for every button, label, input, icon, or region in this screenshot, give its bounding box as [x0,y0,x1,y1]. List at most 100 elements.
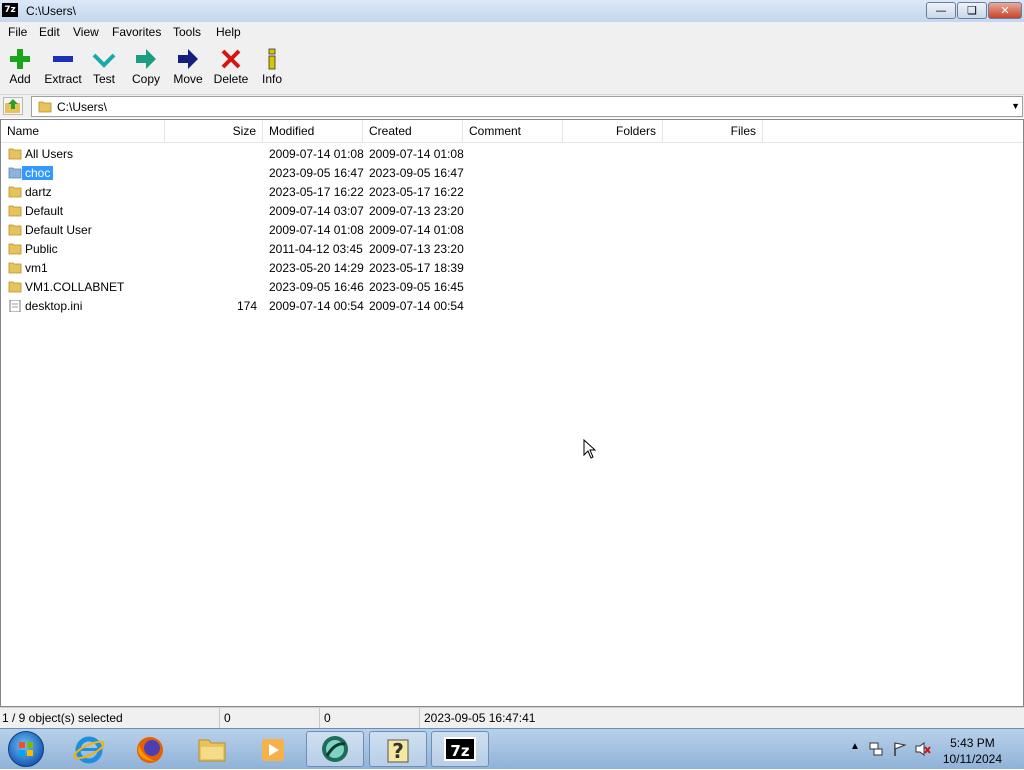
row-modified: 2023-05-20 14:29 [269,261,364,275]
file-explorer-icon [198,739,226,762]
check-icon [82,46,126,72]
window-title: C:\Users\ [26,4,77,18]
svg-text:?: ? [392,739,404,763]
table-row[interactable]: dartz 2023-05-17 16:22 2023-05-17 16:22 [1,183,1021,202]
column-name[interactable]: Name [1,120,165,142]
row-modified: 2023-09-05 16:47 [269,166,364,180]
menu-view[interactable]: View [73,25,99,39]
column-files[interactable]: Files [663,120,763,142]
row-modified: 2011-04-12 03:45 [269,242,363,256]
row-size: 174 [236,299,257,313]
row-name: choc [22,166,54,180]
taskbar-app[interactable] [306,731,364,767]
taskbar-7zip[interactable]: 7z [431,731,489,767]
table-row[interactable]: Public 2011-04-12 03:45 2009-07-13 23:20 [1,240,1021,259]
table-row[interactable]: Default User 2009-07-14 01:08 2009-07-14 0… [1,221,1021,240]
table-row[interactable]: VM1.COLLABNET 2023-09-05 16:46 2023-09-05 … [1,278,1021,297]
row-modified: 2023-05-17 16:22 [269,185,364,199]
close-button[interactable]: ✕ [988,2,1022,19]
minimize-icon: — [935,4,947,17]
show-hidden-icons-icon[interactable]: ▲ [850,741,860,752]
row-modified: 2009-07-14 01:08 [269,147,364,161]
folder-icon [8,224,22,236]
taskbar-internet-explorer[interactable] [60,731,118,767]
row-created: 2009-07-14 01:08 [369,223,464,237]
row-created: 2009-07-14 00:54 [369,299,464,313]
taskbar-media-player[interactable] [244,731,302,767]
row-name: dartz [25,185,52,199]
action-center-flag-icon[interactable] [892,741,908,757]
internet-explorer-icon [73,736,105,764]
add-button[interactable]: Add [0,46,42,86]
menu-help[interactable]: Help [216,25,241,39]
folder-up-icon [5,99,20,113]
move-arrow-icon [166,46,210,72]
folder-icon [8,167,22,179]
start-button[interactable] [8,731,44,767]
7zip-icon: 7z [444,737,476,761]
address-bar: C:\Users\ ▼ [0,95,1024,118]
menu-bar: File Edit View Favorites Tools Help [0,22,1024,42]
volume-muted-icon[interactable] [914,741,932,757]
table-row[interactable]: vm1 2023-05-20 14:29 2023-05-17 18:39 [1,259,1021,278]
row-modified: 2023-09-05 16:46 [269,280,364,294]
restore-icon: ❏ [967,4,977,17]
menu-edit[interactable]: Edit [39,25,60,39]
toolbar: Add Extract Test Copy Move Delete Info [0,42,1024,95]
row-created: 2009-07-14 01:08 [369,147,464,161]
column-created[interactable]: Created [363,120,463,142]
row-created: 2023-05-17 16:22 [369,185,464,199]
column-comment[interactable]: Comment [463,120,563,142]
folder-icon [8,243,22,255]
info-button[interactable]: Info [250,46,294,86]
network-icon[interactable] [868,741,884,757]
status-bar: 1 / 9 object(s) selected 0 0 2023-09-05 … [0,707,1024,729]
menu-favorites[interactable]: Favorites [112,25,161,39]
status-packed-size: 0 [322,708,420,729]
mouse-cursor-icon [583,439,597,459]
column-modified[interactable]: Modified [263,120,363,142]
file-list: Name Size Modified Created Comment Folde… [0,119,1024,707]
table-row[interactable]: All Users 2009-07-14 01:08 2009-07-14 01:0… [1,145,1021,164]
taskbar-firefox[interactable] [121,731,179,767]
address-field[interactable]: C:\Users\ ▼ [31,96,1023,117]
table-row[interactable]: desktop.ini 174 2009-07-14 00:54 2009-07-14… [1,297,1021,316]
clock[interactable]: 5:43 PM 10/11/2024 [943,735,1002,767]
minimize-button[interactable]: — [926,2,956,19]
taskbar-help[interactable]: ? [369,731,427,767]
row-created: 2023-09-05 16:47 [369,166,464,180]
info-icon [250,46,294,72]
row-name: vm1 [25,261,48,275]
app-icon [322,736,348,762]
clock-date: 10/11/2024 [942,752,1002,766]
delete-button[interactable]: Delete [209,46,253,86]
extract-button[interactable]: Extract [41,46,85,86]
test-button[interactable]: Test [82,46,126,86]
7zip-app-icon: 7z [2,3,18,17]
title-bar: 7z C:\Users\ — ❏ ✕ [0,0,1024,23]
row-modified: 2009-07-14 03:07 [269,204,364,218]
copy-arrow-icon [124,46,168,72]
column-folders[interactable]: Folders [563,120,663,142]
row-modified: 2009-07-14 00:54 [269,299,364,313]
table-row[interactable]: choc 2023-09-05 16:47 2023-09-05 16:47 [1,164,1021,183]
row-name: All Users [25,147,74,161]
row-name: Default User [25,223,92,237]
menu-tools[interactable]: Tools [173,25,201,39]
taskbar-file-explorer[interactable] [183,731,241,767]
move-button[interactable]: Move [166,46,210,86]
table-row[interactable]: Default 2009-07-14 03:07 2009-07-13 23:20 [1,202,1021,221]
parent-folder-button[interactable] [3,97,23,115]
clock-time: 5:43 PM [950,736,995,750]
copy-button[interactable]: Copy [124,46,168,86]
windows-logo-icon [19,742,33,756]
minus-icon [41,46,85,72]
row-name: VM1.COLLABNET [25,280,125,294]
dropdown-arrow-icon[interactable]: ▼ [1011,101,1020,111]
folder-icon [8,262,22,274]
column-size[interactable]: Size [165,120,263,142]
status-selection: 1 / 9 object(s) selected [0,708,220,729]
menu-file[interactable]: File [8,25,27,39]
address-path: C:\Users\ [57,100,108,114]
restore-button[interactable]: ❏ [957,2,987,19]
